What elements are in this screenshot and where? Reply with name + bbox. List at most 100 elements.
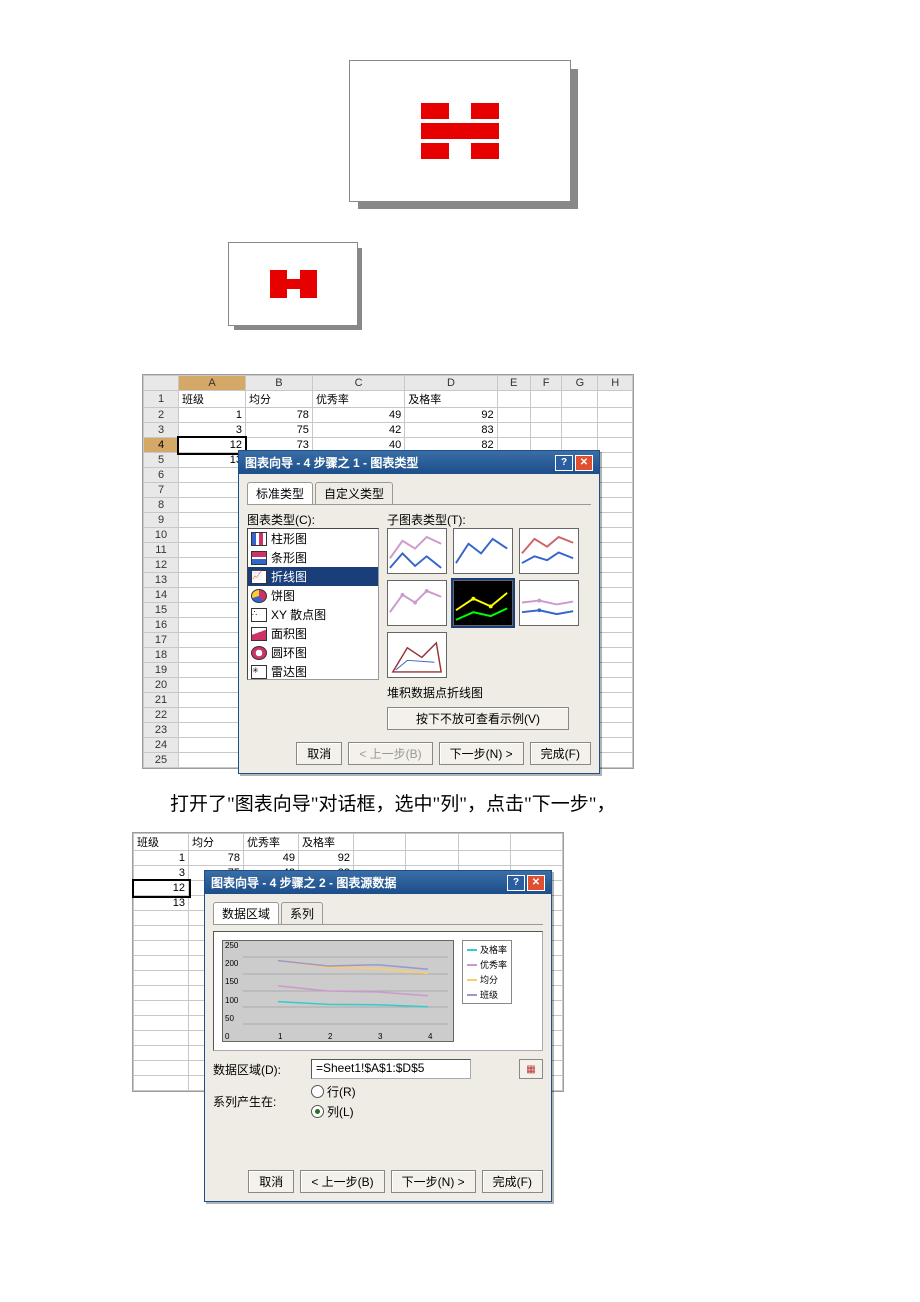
row-header[interactable]: 6 <box>144 468 179 483</box>
col-header[interactable]: G <box>562 376 598 391</box>
close-button[interactable]: ✕ <box>527 875 545 891</box>
next-button[interactable]: 下一步(N) > <box>439 742 524 765</box>
cell[interactable] <box>530 391 562 408</box>
svg-text:3: 3 <box>378 1032 383 1041</box>
col-header[interactable]: B <box>245 376 312 391</box>
radio-cols[interactable]: 列(L) <box>311 1103 356 1120</box>
line-subtype[interactable] <box>387 632 447 678</box>
row-header[interactable]: 16 <box>144 618 179 633</box>
row-header[interactable]: 12 <box>144 558 179 573</box>
cell[interactable]: 3 <box>134 866 189 881</box>
row-header[interactable]: 20 <box>144 678 179 693</box>
preview-button[interactable]: 按下不放可查看示例(V) <box>387 707 569 730</box>
cell[interactable]: 12 <box>134 881 189 896</box>
svg-text:2: 2 <box>328 1032 333 1041</box>
help-button[interactable]: ? <box>555 455 573 471</box>
help-button[interactable]: ? <box>507 875 525 891</box>
tab-data-range[interactable]: 数据区域 <box>213 902 279 924</box>
instruction-text: 打开了"图表向导"对话框，选中"列"，点击"下一步"， <box>132 789 790 816</box>
finish-button[interactable]: 完成(F) <box>530 742 591 765</box>
line-subtype[interactable] <box>519 580 579 626</box>
cell[interactable]: 13 <box>134 896 189 911</box>
cell[interactable]: 13 <box>179 453 246 468</box>
col-header[interactable]: E <box>497 376 530 391</box>
cell[interactable]: 42 <box>312 423 404 438</box>
row-header[interactable]: 24 <box>144 738 179 753</box>
cell[interactable]: 12 <box>179 438 246 453</box>
col-header[interactable]: F <box>530 376 562 391</box>
col-header[interactable]: C <box>312 376 404 391</box>
row-header[interactable]: 10 <box>144 528 179 543</box>
subtype-desc: 堆积数据点折线图 <box>387 684 587 701</box>
cell[interactable]: 优秀率 <box>312 391 404 408</box>
row-header[interactable]: 23 <box>144 723 179 738</box>
cell[interactable]: 及格率 <box>299 834 354 851</box>
cell[interactable]: 49 <box>312 408 404 423</box>
radar-chart-icon: ✳ <box>251 665 267 679</box>
chart-type-listbox[interactable]: 柱形图 条形图 📈折线图 饼图 ∴XY 散点图 面积图 圆环图 ✳雷达图 曲面图 <box>247 528 379 680</box>
cell[interactable] <box>497 391 530 408</box>
cell[interactable]: 92 <box>405 408 497 423</box>
row-header[interactable]: 5 <box>144 453 179 468</box>
line-subtype[interactable] <box>519 528 579 574</box>
cell[interactable]: 班级 <box>179 391 246 408</box>
row-header[interactable]: 25 <box>144 753 179 768</box>
row-header[interactable]: 13 <box>144 573 179 588</box>
data-range-input[interactable]: =Sheet1!$A$1:$D$5 <box>311 1059 471 1079</box>
chart-wizard-dialog-step2: 图表向导 - 4 步骤之 2 - 图表源数据 ? ✕ 数据区域 系列 0 50 <box>204 870 552 1202</box>
row-header[interactable]: 11 <box>144 543 179 558</box>
tab-custom-types[interactable]: 自定义类型 <box>315 482 393 504</box>
cell[interactable]: 均分 <box>245 391 312 408</box>
radio-rows[interactable]: 行(R) <box>311 1083 356 1100</box>
cell[interactable]: 1 <box>134 851 189 866</box>
row-header[interactable]: 22 <box>144 708 179 723</box>
finish-button[interactable]: 完成(F) <box>482 1170 543 1193</box>
line-subtype[interactable] <box>387 580 447 626</box>
tab-series[interactable]: 系列 <box>281 902 323 924</box>
cell[interactable]: 优秀率 <box>244 834 299 851</box>
row-header[interactable]: 15 <box>144 603 179 618</box>
line-subtype[interactable] <box>453 528 513 574</box>
cell[interactable]: 83 <box>405 423 497 438</box>
range-selector-button[interactable]: ▦ <box>519 1059 543 1079</box>
row-header[interactable]: 2 <box>144 408 179 423</box>
row-header[interactable]: 7 <box>144 483 179 498</box>
cancel-button[interactable]: 取消 <box>296 742 342 765</box>
back-button[interactable]: < 上一步(B) <box>300 1170 384 1193</box>
cell[interactable] <box>562 391 598 408</box>
line-subtype-selected[interactable] <box>453 580 513 626</box>
cell[interactable]: 78 <box>245 408 312 423</box>
col-header[interactable]: A <box>179 376 246 391</box>
row-header[interactable]: 9 <box>144 513 179 528</box>
doughnut-chart-icon <box>251 646 267 660</box>
data-range-label: 数据区域(D): <box>213 1061 303 1078</box>
row-header[interactable]: 17 <box>144 633 179 648</box>
row-header[interactable]: 4 <box>144 438 179 453</box>
scatter-chart-icon: ∴ <box>251 608 267 622</box>
cell[interactable] <box>598 391 633 408</box>
row-header[interactable]: 8 <box>144 498 179 513</box>
close-button[interactable]: ✕ <box>575 455 593 471</box>
cell[interactable]: 班级 <box>134 834 189 851</box>
cancel-button[interactable]: 取消 <box>248 1170 294 1193</box>
cell[interactable]: 92 <box>299 851 354 866</box>
row-header[interactable]: 14 <box>144 588 179 603</box>
line-subtype[interactable] <box>387 528 447 574</box>
cell[interactable]: 及格率 <box>405 391 497 408</box>
col-header[interactable]: H <box>598 376 633 391</box>
cell[interactable]: 1 <box>179 408 246 423</box>
area-chart-icon <box>251 627 267 641</box>
row-header[interactable]: 18 <box>144 648 179 663</box>
row-header[interactable]: 19 <box>144 663 179 678</box>
col-header[interactable]: D <box>405 376 497 391</box>
cell[interactable]: 3 <box>179 423 246 438</box>
tab-standard-types[interactable]: 标准类型 <box>247 482 313 504</box>
next-button[interactable]: 下一步(N) > <box>391 1170 476 1193</box>
cell[interactable]: 75 <box>245 423 312 438</box>
cell[interactable]: 49 <box>244 851 299 866</box>
cell[interactable]: 78 <box>189 851 244 866</box>
row-header[interactable]: 1 <box>144 391 179 408</box>
row-header[interactable]: 21 <box>144 693 179 708</box>
row-header[interactable]: 3 <box>144 423 179 438</box>
cell[interactable]: 均分 <box>189 834 244 851</box>
